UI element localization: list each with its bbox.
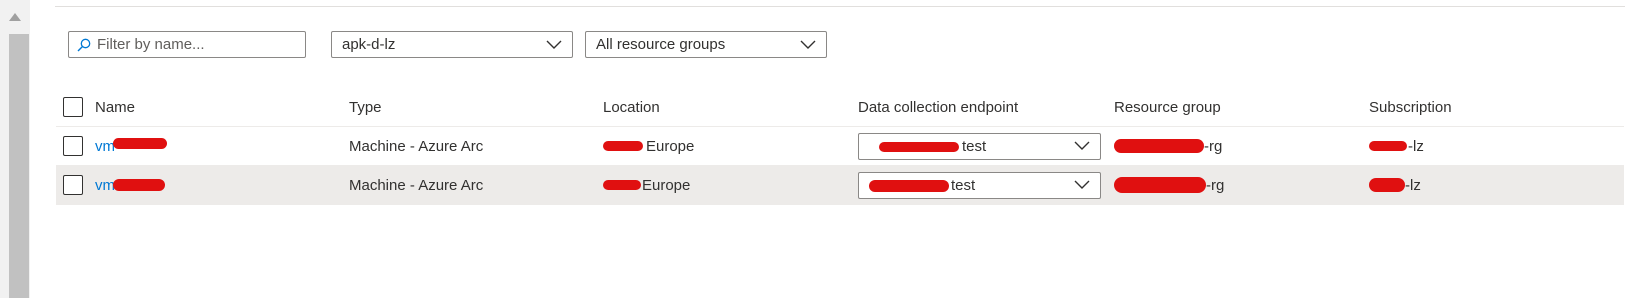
chevron-down-icon bbox=[1074, 141, 1090, 150]
column-header-name[interactable]: Name bbox=[95, 88, 135, 126]
redaction-mark bbox=[1369, 178, 1405, 192]
subscription-text: -lz bbox=[1405, 176, 1421, 194]
filter-input[interactable] bbox=[97, 36, 297, 53]
select-all-checkbox[interactable] bbox=[63, 97, 83, 117]
redaction-mark bbox=[113, 137, 167, 149]
dce-dropdown[interactable]: test bbox=[858, 171, 1101, 199]
divider bbox=[55, 6, 1625, 7]
resource-group-text: -rg bbox=[1204, 137, 1223, 155]
subscription-text: -lz bbox=[1408, 137, 1424, 155]
table-row[interactable]: vm Machine - Azure Arc Europe test -rg -… bbox=[56, 166, 1624, 205]
resource-group-dropdown[interactable]: All resource groups bbox=[585, 31, 827, 58]
filter-by-name-field[interactable] bbox=[68, 31, 306, 58]
table-header-row: Name Type Location Data collection endpo… bbox=[56, 88, 1624, 127]
subscription-dropdown-value: apk-d-lz bbox=[342, 36, 396, 53]
redaction-mark bbox=[879, 141, 959, 152]
column-header-resource-group[interactable]: Resource group bbox=[1114, 88, 1221, 126]
dce-value: test bbox=[951, 176, 976, 194]
table-row[interactable]: vm Machine - Azure Arc Europe test -rg -… bbox=[56, 127, 1624, 166]
redaction-mark bbox=[113, 179, 165, 191]
redaction-mark bbox=[603, 141, 643, 151]
resource-group-text: -rg bbox=[1206, 176, 1225, 194]
redaction-mark bbox=[1114, 139, 1204, 153]
resource-name-link[interactable]: vm bbox=[95, 177, 115, 194]
redaction-mark bbox=[603, 180, 641, 190]
column-header-type[interactable]: Type bbox=[349, 88, 382, 126]
resource-list-page: apk-d-lz All resource groups Name Type L… bbox=[0, 0, 1633, 298]
row-checkbox[interactable] bbox=[63, 136, 83, 156]
resource-name-link[interactable]: vm bbox=[95, 138, 115, 155]
dce-value: test bbox=[962, 137, 987, 155]
chevron-down-icon bbox=[546, 40, 562, 49]
resource-type: Machine - Azure Arc bbox=[349, 137, 484, 155]
location-text: Europe bbox=[642, 176, 691, 194]
redaction-mark bbox=[1114, 177, 1206, 193]
column-header-dce[interactable]: Data collection endpoint bbox=[858, 88, 1018, 126]
resource-group-dropdown-value: All resource groups bbox=[596, 36, 726, 53]
triangle-up-icon bbox=[9, 13, 21, 21]
scrollbar-thumb[interactable] bbox=[9, 34, 29, 298]
vertical-scrollbar[interactable] bbox=[0, 0, 30, 298]
row-checkbox[interactable] bbox=[63, 175, 83, 195]
column-header-location[interactable]: Location bbox=[603, 88, 660, 126]
dce-dropdown[interactable]: test bbox=[858, 132, 1101, 160]
scroll-up-button[interactable] bbox=[0, 0, 30, 34]
subscription-dropdown[interactable]: apk-d-lz bbox=[331, 31, 573, 58]
location-text: Europe bbox=[646, 137, 695, 155]
chevron-down-icon bbox=[800, 40, 816, 49]
resources-table: Name Type Location Data collection endpo… bbox=[56, 88, 1624, 205]
column-header-subscription[interactable]: Subscription bbox=[1369, 88, 1452, 126]
resource-type: Machine - Azure Arc bbox=[349, 176, 484, 194]
chevron-down-icon bbox=[1074, 180, 1090, 189]
redaction-mark bbox=[1369, 141, 1407, 151]
search-icon bbox=[77, 38, 91, 51]
redaction-mark bbox=[869, 179, 949, 192]
